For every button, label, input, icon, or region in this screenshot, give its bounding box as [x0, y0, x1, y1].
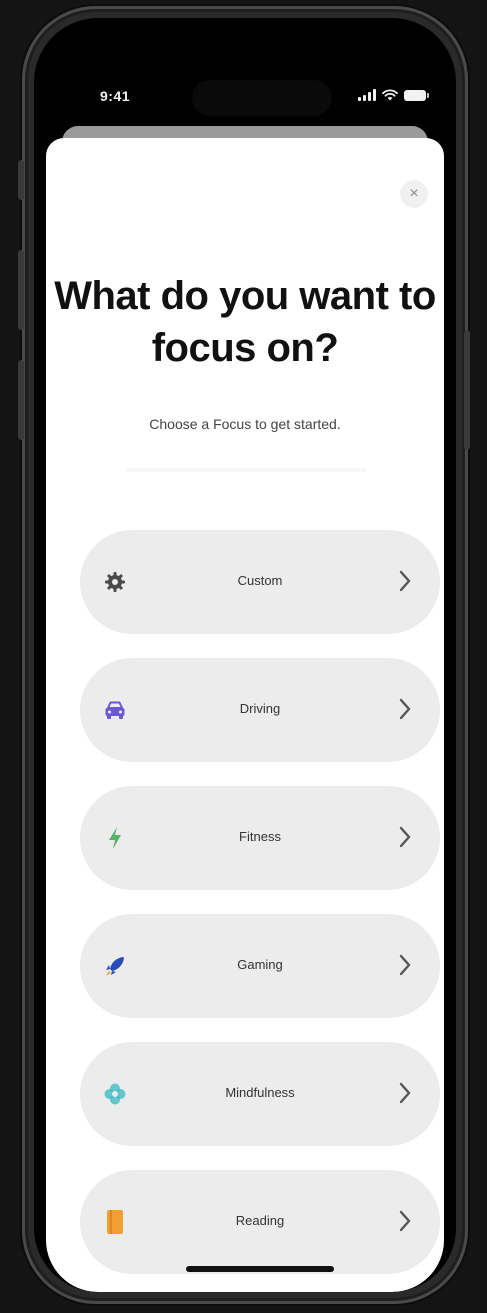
- chevron-right-icon: [399, 954, 411, 976]
- close-button[interactable]: ×: [400, 180, 428, 208]
- volume-down-button: [18, 360, 24, 440]
- bolt-icon: [102, 825, 128, 851]
- home-indicator[interactable]: [186, 1266, 334, 1272]
- divider: [126, 468, 366, 472]
- wifi-icon: [382, 89, 398, 101]
- flower-icon: [102, 1081, 128, 1107]
- power-button: [464, 330, 470, 450]
- dynamic-island: [192, 80, 332, 116]
- status-time: 9:41: [100, 88, 131, 104]
- chevron-right-icon: [399, 570, 411, 592]
- volume-up-button: [18, 250, 24, 330]
- phone-screen: 9:41 × What do you want to focus on? Cho…: [34, 18, 456, 1292]
- focus-option-list: Custom Driving Fitness Gaming Mindfulnes…: [80, 530, 440, 1292]
- chevron-right-icon: [399, 698, 411, 720]
- page-title: What do you want to focus on?: [54, 274, 436, 370]
- rocket-icon: [102, 953, 128, 979]
- focus-option-fitness[interactable]: Fitness: [80, 786, 440, 890]
- book-icon: [102, 1209, 128, 1235]
- device-stage: 9:41 × What do you want to focus on? Cho…: [0, 0, 487, 1313]
- focus-sheet: × What do you want to focus on? Choose a…: [46, 138, 444, 1292]
- battery-icon: [404, 89, 429, 101]
- focus-option-label: Gaming: [237, 957, 283, 972]
- focus-option-label: Mindfulness: [225, 1085, 295, 1100]
- chevron-right-icon: [399, 1210, 411, 1232]
- chevron-right-icon: [399, 826, 411, 848]
- focus-option-label: Driving: [239, 701, 281, 716]
- gear-icon: [102, 569, 128, 595]
- focus-option-label: Custom: [237, 573, 283, 588]
- focus-option-label: Fitness: [239, 829, 281, 844]
- focus-option-reading[interactable]: Reading: [80, 1170, 440, 1274]
- focus-option-label: Reading: [235, 1213, 285, 1228]
- chevron-right-icon: [399, 1082, 411, 1104]
- status-bar: 9:41: [34, 18, 456, 128]
- status-icons: [358, 89, 429, 101]
- focus-option-mindfulness[interactable]: Mindfulness: [80, 1042, 440, 1146]
- action-button: [18, 160, 24, 200]
- signal-icon: [358, 89, 376, 101]
- focus-option-gaming[interactable]: Gaming: [80, 914, 440, 1018]
- focus-option-driving[interactable]: Driving: [80, 658, 440, 762]
- page-subtitle: Choose a Focus to get started.: [149, 416, 341, 432]
- focus-option-custom[interactable]: Custom: [80, 530, 440, 634]
- car-icon: [102, 697, 128, 723]
